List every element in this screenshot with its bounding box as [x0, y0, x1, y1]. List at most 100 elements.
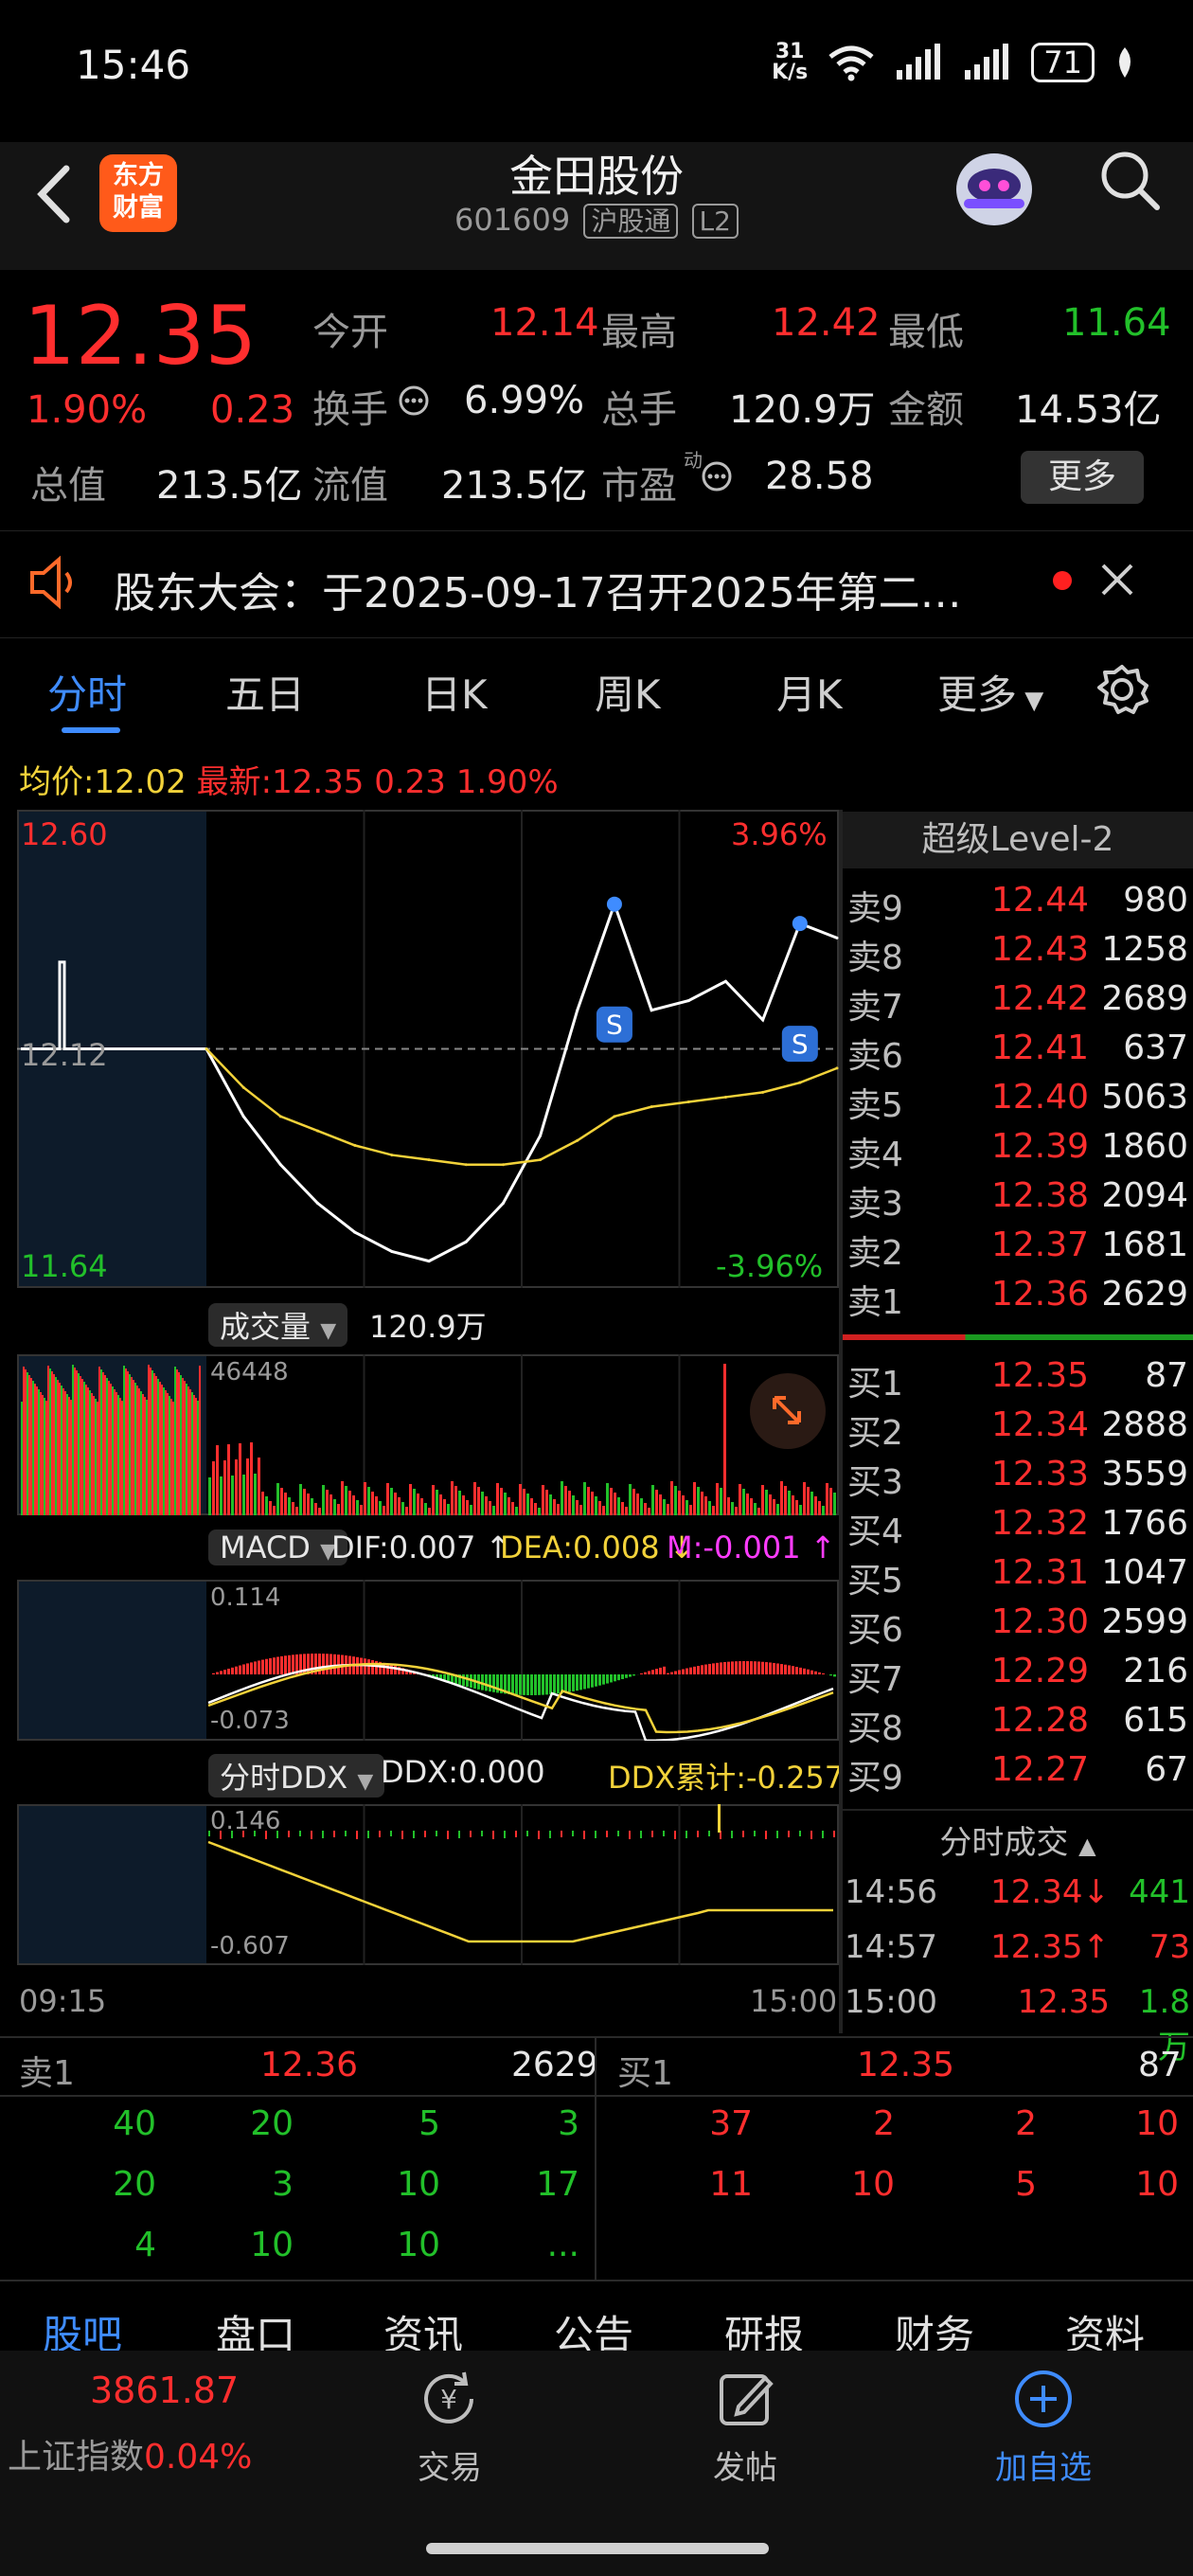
home-indicator[interactable] [426, 2543, 769, 2554]
volume-bar [121, 1401, 123, 1515]
volume-bar [303, 1489, 306, 1515]
bid-row[interactable]: 买6 12.30 2599 [847, 1602, 1188, 1652]
ask-price: 12.40 [990, 1078, 1089, 1117]
bid-row[interactable]: 买2 12.34 2888 [847, 1405, 1188, 1455]
volume-bar [170, 1399, 172, 1515]
macd-indicator-pill[interactable]: MACD ▼ [208, 1530, 348, 1565]
bid-row[interactable]: 买4 12.32 1766 [847, 1504, 1188, 1553]
gear-icon[interactable] [1094, 661, 1150, 718]
macd-bar [519, 1674, 522, 1695]
macd-bar [239, 1665, 241, 1674]
volume-bar [32, 1381, 34, 1515]
ddx-bar [663, 1831, 665, 1836]
expand-button[interactable] [750, 1373, 826, 1449]
nav-post[interactable]: 发帖 [674, 2442, 816, 2488]
current-price: 12.35 [24, 289, 258, 384]
bid-row[interactable]: 买3 12.33 3559 [847, 1455, 1188, 1504]
tab-5day[interactable]: 五日 [225, 663, 305, 721]
info-icon[interactable] [398, 385, 430, 417]
macd-bar [682, 1669, 685, 1674]
macd-bar [371, 1659, 374, 1674]
macd-bar [701, 1665, 703, 1674]
tab-intraday[interactable]: 分时 [47, 663, 127, 721]
macd-chart[interactable] [17, 1580, 839, 1741]
data-point [390, 1249, 394, 1253]
bid-row[interactable]: 买8 12.28 615 [847, 1701, 1188, 1750]
data-point [353, 1230, 357, 1234]
bid-row[interactable]: 买1 12.35 87 [847, 1356, 1188, 1405]
sell-marker[interactable]: S [596, 1006, 632, 1043]
ddx-indicator-pill[interactable]: 分时DDX ▼ [208, 1754, 385, 1798]
turnover-value: 6.99% [464, 379, 585, 422]
tick-time: 14:56 [845, 1873, 937, 1911]
tab-monthly-k[interactable]: 月K [776, 663, 843, 721]
volume-chart[interactable] [17, 1354, 839, 1515]
ask-row[interactable]: 卖6 12.41 637 [847, 1029, 1188, 1078]
volume-bar [523, 1489, 525, 1515]
ask-row[interactable]: 卖1 12.36 2629 [847, 1275, 1188, 1324]
ask-row[interactable]: 卖9 12.44 980 [847, 881, 1188, 930]
bid-row[interactable]: 买5 12.31 1047 [847, 1553, 1188, 1602]
volume-bar [134, 1383, 136, 1515]
leaf-icon [1119, 47, 1131, 78]
ask-row[interactable]: 卖5 12.40 5063 [847, 1078, 1188, 1127]
ask-volume: 2094 [1101, 1176, 1188, 1215]
ddx-bar [742, 1831, 744, 1837]
index-value[interactable]: 3861.87 [90, 2370, 239, 2411]
bid-row[interactable]: 买9 12.27 67 [847, 1750, 1188, 1799]
macd-bar [595, 1674, 597, 1687]
ticks-title[interactable]: 分时成交 ▲ [843, 1816, 1193, 1863]
macd-bar [587, 1674, 590, 1689]
bid-label: 买5 [847, 1562, 903, 1601]
volume-bar [64, 1391, 66, 1515]
macd-bar [761, 1661, 764, 1674]
tab-daily-k[interactable]: 日K [421, 663, 488, 721]
ask-label: 卖3 [847, 1185, 903, 1224]
pe-dynamic-sup: 动 [684, 449, 703, 472]
ddx-chart[interactable] [17, 1804, 839, 1965]
ask-row[interactable]: 卖4 12.39 1860 [847, 1127, 1188, 1176]
more-button[interactable]: 更多 [1021, 451, 1144, 504]
bid-row[interactable]: 买7 12.29 216 [847, 1652, 1188, 1701]
volume-bar [360, 1505, 363, 1515]
peak-marker [606, 896, 622, 912]
ddx-bar [333, 1831, 335, 1837]
ask-row[interactable]: 卖7 12.42 2689 [847, 979, 1188, 1029]
bid-price: 12.27 [990, 1750, 1089, 1789]
volume-bar [116, 1392, 117, 1515]
price-chart[interactable]: SS [17, 810, 839, 1288]
tick-price: 12.35 [1017, 1983, 1110, 2021]
volume-bar [34, 1384, 36, 1515]
volume-bar [49, 1368, 51, 1515]
close-icon[interactable] [1098, 561, 1136, 599]
volume-bar [106, 1378, 108, 1515]
notice-text[interactable]: 股东大会：于2025-09-17召开2025年第二… [114, 559, 962, 619]
search-icon[interactable] [1096, 147, 1163, 213]
volume-indicator-pill[interactable]: 成交量 ▼ [208, 1303, 348, 1347]
data-point [501, 1163, 505, 1167]
macd-bar [606, 1674, 609, 1684]
data-point [278, 1163, 282, 1167]
low-label: 最低 [888, 311, 964, 354]
tab-more[interactable]: 更多 ▼ [937, 663, 1043, 721]
ask-row[interactable]: 卖2 12.37 1681 [847, 1225, 1188, 1275]
ask-row[interactable]: 卖3 12.38 2094 [847, 1176, 1188, 1225]
volume-bar [195, 1398, 197, 1515]
volume-bar [36, 1386, 38, 1515]
volume-bar [810, 1492, 813, 1515]
robot-assistant-icon[interactable] [947, 142, 1042, 232]
volume-bar [792, 1495, 794, 1515]
orderbook-title[interactable]: 超级Level-2 [843, 812, 1193, 868]
signal-icon-2 [965, 44, 1009, 80]
nav-add-watchlist[interactable]: 加自选 [972, 2442, 1114, 2488]
volume-bar [515, 1507, 518, 1515]
info-icon-pe[interactable] [701, 460, 733, 492]
tab-weekly-k[interactable]: 周K [595, 663, 661, 721]
index-line[interactable]: 上证指数0.04% [8, 2429, 252, 2478]
volume-bar [136, 1386, 138, 1515]
volume-bar [602, 1506, 605, 1515]
nav-trade[interactable]: 交易 [379, 2442, 521, 2488]
ddx-bar [504, 1831, 506, 1838]
ask-row[interactable]: 卖8 12.43 1258 [847, 930, 1188, 979]
sell-marker[interactable]: S [781, 1026, 818, 1063]
